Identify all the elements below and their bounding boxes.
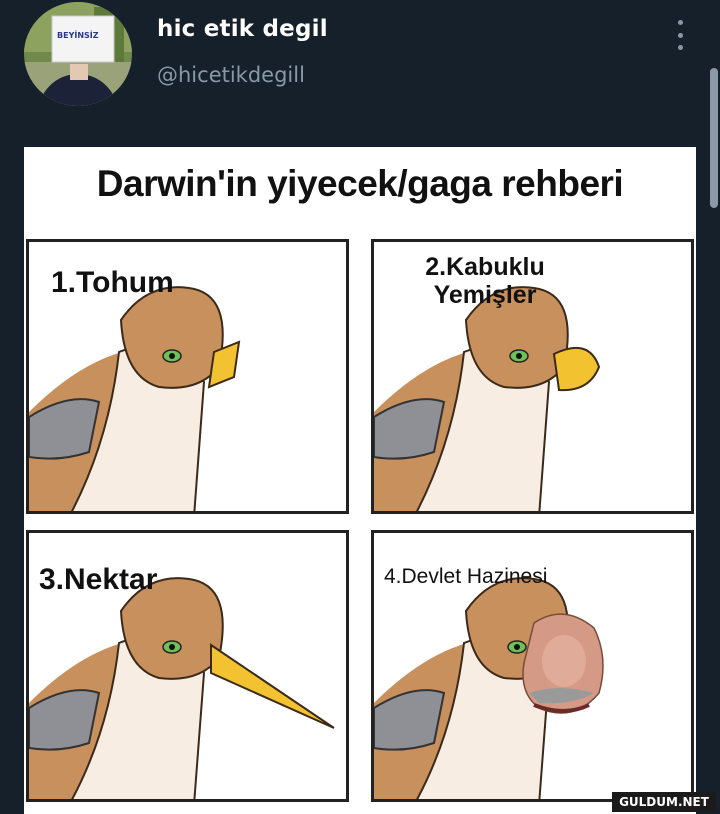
watermark: GULDUM.NET: [612, 792, 716, 812]
panel-4: 4.Devlet Hazinesi: [371, 530, 694, 802]
tweet-image[interactable]: Darwin'in yiyecek/gaga rehberi 1.Tohum 2…: [24, 147, 696, 814]
scrollbar[interactable]: [710, 68, 718, 208]
panel-label: 2.Kabuklu Yemişler: [425, 253, 545, 309]
panel-3: 3.Nektar: [26, 530, 349, 802]
panel-2: 2.Kabuklu Yemişler: [371, 239, 694, 514]
panel-label: 4.Devlet Hazinesi: [384, 565, 548, 588]
user-handle[interactable]: @hicetikdegill: [157, 63, 305, 87]
avatar[interactable]: BEYİNSİZ: [24, 2, 132, 106]
display-name[interactable]: hic etik degil: [157, 16, 328, 42]
avatar-sign-text: BEYİNSİZ: [57, 30, 99, 40]
more-vertical-icon[interactable]: [668, 20, 692, 50]
tweet-view: BEYİNSİZ hic etik degil @hicetikdegill D…: [0, 0, 720, 814]
panel-label: 3.Nektar: [39, 563, 158, 596]
panel-1: 1.Tohum: [26, 239, 349, 514]
panel-label: 1.Tohum: [51, 266, 174, 299]
meme-title: Darwin'in yiyecek/gaga rehberi: [96, 163, 624, 204]
